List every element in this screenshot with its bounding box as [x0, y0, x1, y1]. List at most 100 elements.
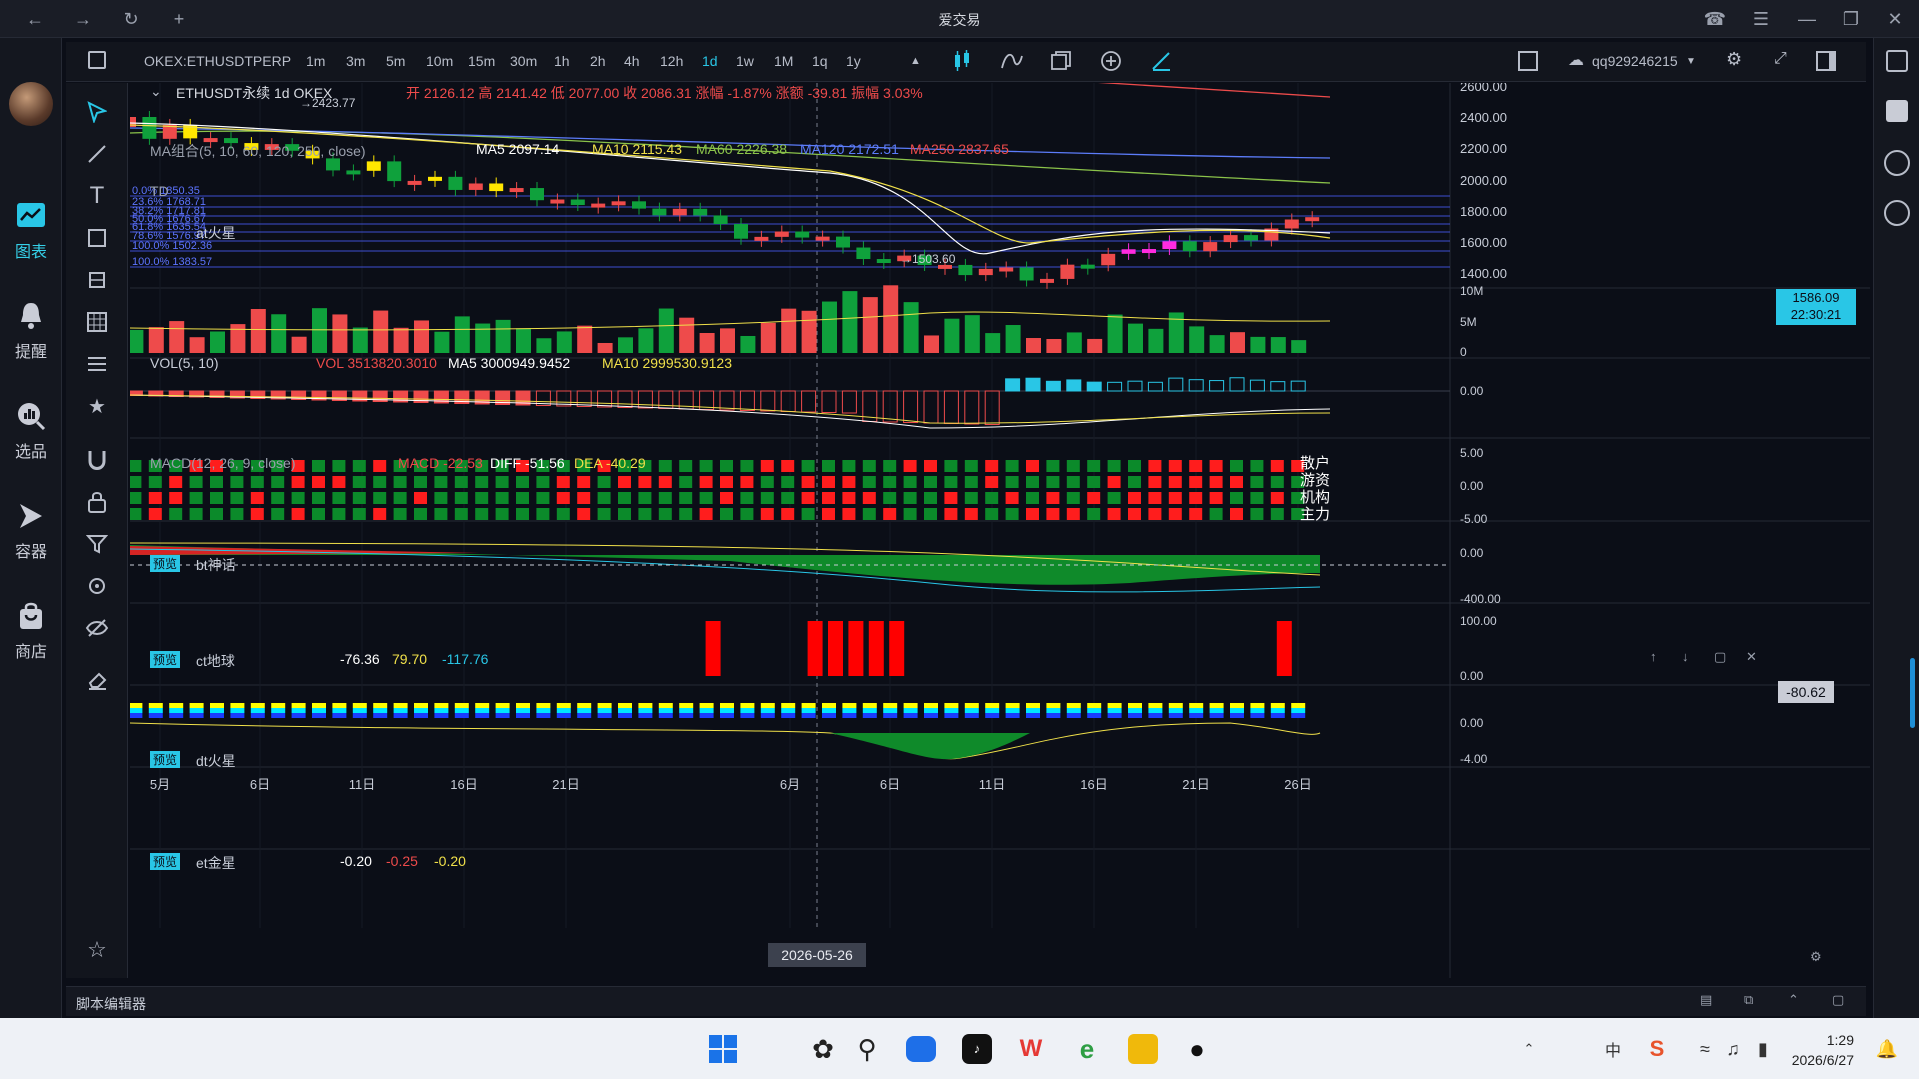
- symbol-selector[interactable]: OKEX:ETHUSDTPERP: [144, 53, 291, 69]
- bt-label[interactable]: bt神话: [196, 555, 236, 575]
- timeframe-dropdown-icon[interactable]: ▲: [910, 55, 921, 67]
- popout-icon[interactable]: ⧉: [1744, 992, 1753, 1008]
- save-icon[interactable]: ▤: [1700, 992, 1712, 1008]
- td-indicator-label[interactable]: TD: [150, 183, 169, 199]
- timeframe-1m[interactable]: 1m: [306, 53, 325, 69]
- star-icon[interactable]: ★: [82, 391, 112, 421]
- script-editor-tab[interactable]: 脚本编辑器: [76, 994, 146, 1014]
- settings-icon[interactable]: ⚙: [1726, 49, 1742, 70]
- nav-screener[interactable]: 选品: [0, 400, 62, 462]
- timeframe-3m[interactable]: 3m: [346, 53, 365, 69]
- clock-date[interactable]: 2026/6/27: [1784, 1052, 1854, 1068]
- layout-icon[interactable]: [1050, 50, 1072, 75]
- ct-label[interactable]: ct地球: [196, 651, 235, 671]
- collapse-icon[interactable]: ⌄: [150, 83, 162, 100]
- timeframe-5m[interactable]: 5m: [386, 53, 405, 69]
- rectangle-tool-icon[interactable]: [82, 223, 112, 253]
- cloud-icon[interactable]: ☁: [1568, 50, 1584, 70]
- lock-icon[interactable]: [82, 487, 112, 517]
- filter-icon[interactable]: [82, 529, 112, 559]
- timeframe-1y[interactable]: 1y: [846, 53, 861, 69]
- line-tool-icon[interactable]: [82, 139, 112, 169]
- app-chat-icon[interactable]: [904, 1032, 938, 1066]
- eye-hide-icon[interactable]: [82, 613, 112, 643]
- app-browser-icon[interactable]: e: [1070, 1032, 1104, 1066]
- timeframe-12h[interactable]: 12h: [660, 53, 683, 69]
- play-icon[interactable]: [1886, 100, 1908, 122]
- chart-svg[interactable]: 2600.00 2400.00 2200.00 2000.00 1800.00 1600.…: [107, 72, 1870, 978]
- app-s-icon[interactable]: S: [1640, 1032, 1674, 1066]
- minimize-icon[interactable]: —: [1794, 6, 1820, 32]
- cursor-icon[interactable]: [82, 97, 112, 127]
- panel-maximize-icon[interactable]: ▢: [1714, 649, 1726, 665]
- timeframe-10m[interactable]: 10m: [426, 53, 453, 69]
- sidebar-toggle-icon[interactable]: [88, 51, 106, 69]
- volume-icon[interactable]: ♫: [1716, 1032, 1750, 1066]
- dt-label[interactable]: dt火星: [196, 751, 236, 771]
- timeframe-1h[interactable]: 1h: [554, 53, 570, 69]
- nav-store[interactable]: 商店: [0, 600, 62, 662]
- scrollbar[interactable]: [1910, 658, 1915, 728]
- account-name[interactable]: qq929246215: [1592, 53, 1678, 69]
- timeframe-1M[interactable]: 1M: [774, 53, 793, 69]
- battery-icon[interactable]: ▮: [1746, 1032, 1780, 1066]
- axis-settings-icon[interactable]: ⚙: [1810, 949, 1822, 965]
- replay-icon[interactable]: [1100, 50, 1122, 75]
- target-icon[interactable]: [82, 571, 112, 601]
- swap-icon[interactable]: [1884, 150, 1910, 176]
- headset-icon[interactable]: ☎: [1702, 6, 1728, 32]
- app-qq-icon[interactable]: ●: [1180, 1032, 1214, 1066]
- ime-icon[interactable]: 中: [1596, 1032, 1630, 1066]
- ma-indicator-label[interactable]: MA组合(5, 10, 60, 120, 250, close): [150, 141, 366, 161]
- timeframe-30m[interactable]: 30m: [510, 53, 537, 69]
- clock-icon[interactable]: [1884, 200, 1910, 226]
- crop-tool-icon[interactable]: [82, 265, 112, 295]
- fullscreen-box-icon[interactable]: [1518, 51, 1538, 71]
- menu-icon[interactable]: ☰: [1748, 6, 1774, 32]
- restore-icon[interactable]: ❐: [1838, 6, 1864, 32]
- clock-time[interactable]: 1:29: [1784, 1032, 1854, 1048]
- list-icon[interactable]: [1886, 50, 1908, 72]
- avatar[interactable]: [9, 82, 53, 126]
- timeframe-1w[interactable]: 1w: [736, 53, 754, 69]
- app-tiktok-icon[interactable]: ♪: [960, 1032, 994, 1066]
- draw-trend-icon[interactable]: [1150, 50, 1172, 75]
- vol-label[interactable]: VOL(5, 10): [150, 355, 218, 371]
- panel-up-icon[interactable]: ↑: [1650, 649, 1657, 664]
- windows-start-icon[interactable]: [706, 1032, 740, 1066]
- app-wps-icon[interactable]: W: [1014, 1032, 1048, 1066]
- timeframe-4h[interactable]: 4h: [624, 53, 640, 69]
- timeframe-1q[interactable]: 1q: [812, 53, 828, 69]
- magnet-icon[interactable]: [82, 445, 112, 475]
- nav-alert[interactable]: 提醒: [0, 300, 62, 362]
- panel-close-icon[interactable]: ✕: [1746, 649, 1757, 665]
- fib-indicator-label[interactable]: at火星: [196, 223, 236, 243]
- maximize-icon[interactable]: ▢: [1832, 992, 1844, 1008]
- timeframe-15m[interactable]: 15m: [468, 53, 495, 69]
- candle-type-icon[interactable]: [952, 50, 972, 75]
- timeframe-2h[interactable]: 2h: [590, 53, 606, 69]
- et-label[interactable]: et金星: [196, 853, 236, 873]
- notification-icon[interactable]: 🔔: [1870, 1032, 1904, 1066]
- close-icon[interactable]: ✕: [1882, 6, 1908, 32]
- fib-tool-icon[interactable]: [82, 349, 112, 379]
- macd-label[interactable]: MACD(12, 26, 9, close): [150, 455, 296, 471]
- timeframe-1d[interactable]: 1d: [702, 53, 718, 69]
- chart-area[interactable]: 2600.00 2400.00 2200.00 2000.00 1800.00 1600.…: [107, 72, 1870, 978]
- expand-icon[interactable]: ⤢: [1774, 50, 1787, 68]
- grid-tool-icon[interactable]: [82, 307, 112, 337]
- nav-container[interactable]: 容器: [0, 500, 62, 562]
- indicator-icon[interactable]: [1000, 50, 1024, 75]
- chevron-down-icon[interactable]: ▼: [1686, 56, 1696, 67]
- panel-down-icon[interactable]: ↓: [1682, 649, 1689, 664]
- nav-chart[interactable]: 图表: [0, 200, 62, 262]
- taskbar-search-icon[interactable]: ⚲: [850, 1032, 884, 1066]
- eraser-icon[interactable]: [82, 665, 112, 695]
- text-tool-icon[interactable]: T: [82, 181, 112, 211]
- app-trade-icon[interactable]: [1126, 1032, 1160, 1066]
- tray-chevron-icon[interactable]: ⌃: [1512, 1032, 1546, 1066]
- chevron-up-icon[interactable]: ⌃: [1788, 992, 1799, 1008]
- panel-toggle-icon[interactable]: [1816, 51, 1836, 71]
- app-bird-icon[interactable]: ✿: [806, 1032, 840, 1066]
- favorite-icon[interactable]: ☆: [82, 935, 112, 965]
